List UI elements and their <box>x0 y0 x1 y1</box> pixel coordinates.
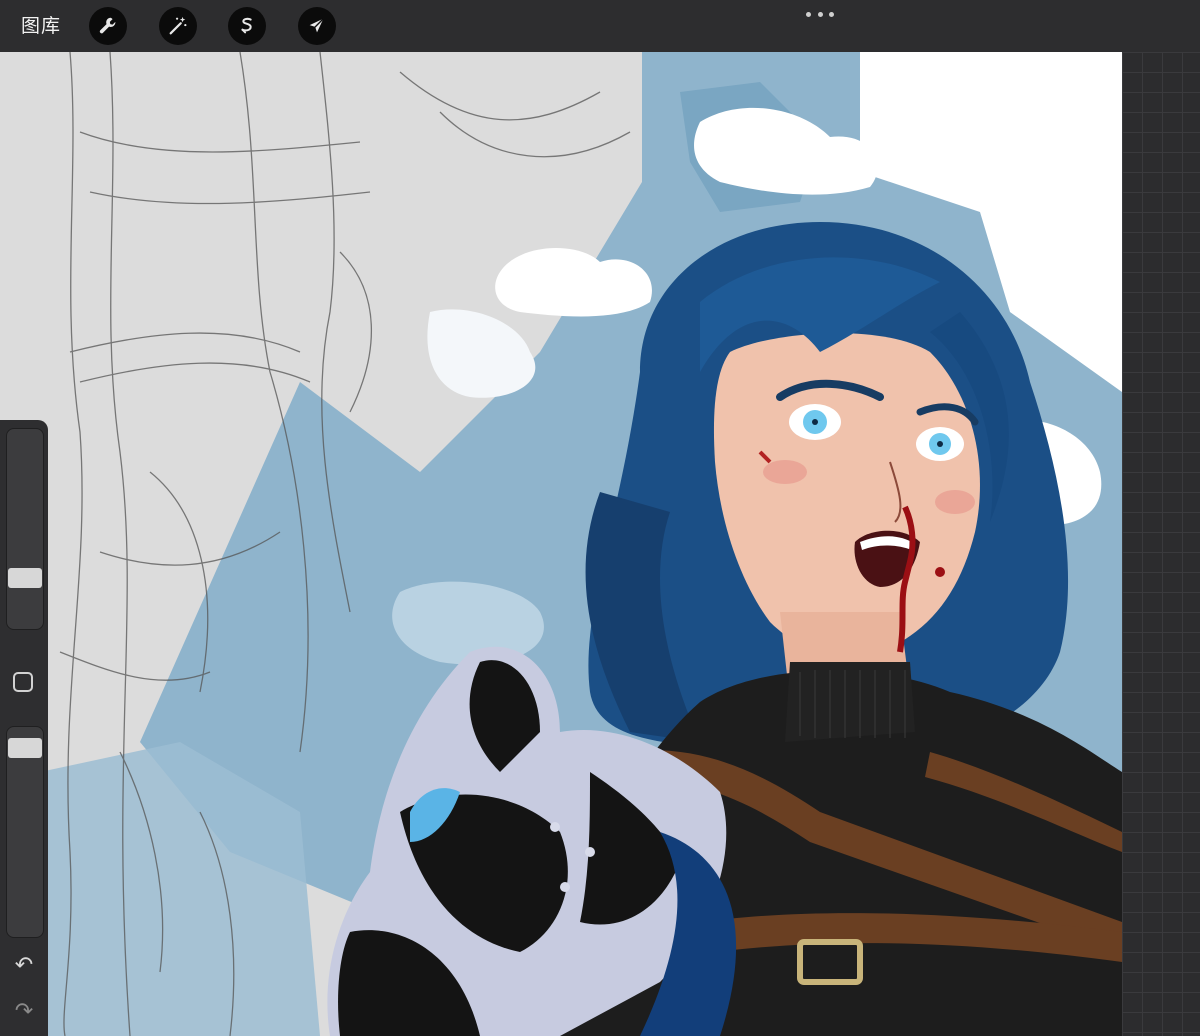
opacity-thumb[interactable] <box>8 738 42 758</box>
workspace-grid <box>1122 52 1200 1036</box>
top-toolbar: 图库 <box>0 0 1200 52</box>
selection-button[interactable] <box>228 7 266 45</box>
brush-size-thumb[interactable] <box>8 568 42 588</box>
arrow-cursor-icon <box>309 18 324 33</box>
selection-icon <box>241 17 252 34</box>
brush-size-slider[interactable] <box>6 428 44 630</box>
opacity-slider[interactable] <box>6 726 44 938</box>
magic-wand-icon <box>169 16 187 35</box>
gallery-button[interactable]: 图库 <box>21 13 61 39</box>
ellipsis-icon <box>806 11 811 17</box>
left-sidebar: ↶ ↷ <box>0 420 48 1036</box>
wrench-icon <box>99 17 116 34</box>
undo-button[interactable]: ↶ <box>12 954 36 978</box>
redo-button[interactable]: ↷ <box>12 1000 36 1024</box>
actions-button[interactable] <box>89 7 127 45</box>
adjustments-button[interactable] <box>159 7 197 45</box>
artwork <box>0 52 1122 1036</box>
drawing-canvas[interactable] <box>0 52 1122 1036</box>
more-options-button[interactable] <box>806 10 834 18</box>
modify-button[interactable] <box>13 672 33 692</box>
transform-button[interactable] <box>298 7 336 45</box>
